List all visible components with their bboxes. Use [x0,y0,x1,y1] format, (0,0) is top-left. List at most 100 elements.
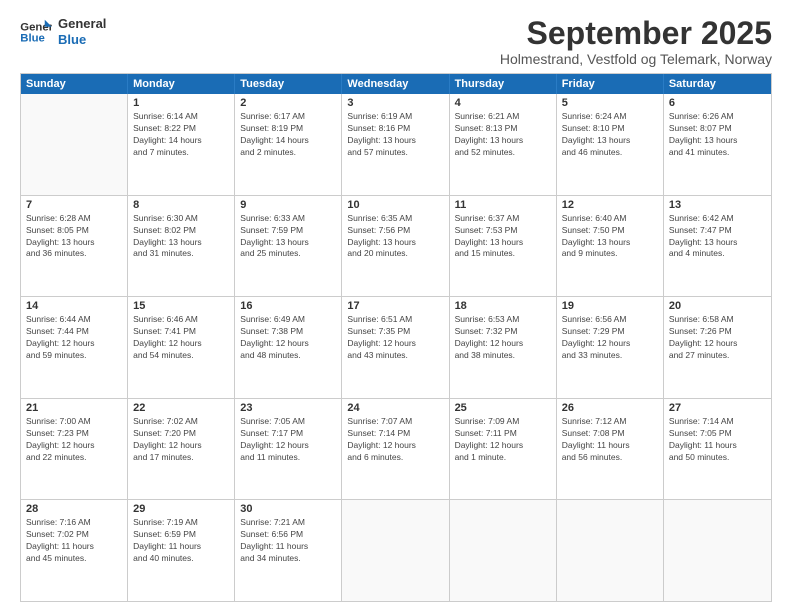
day-info: Sunrise: 6:44 AM Sunset: 7:44 PM Dayligh… [26,314,122,362]
day-number: 5 [562,97,658,109]
calendar-cell: 28 Sunrise: 7:16 AM Sunset: 7:02 PM Dayli… [21,500,128,601]
day-info: Sunrise: 6:56 AM Sunset: 7:29 PM Dayligh… [562,314,658,362]
logo-icon: General Blue [20,18,52,46]
calendar-cell: 15 Sunrise: 6:46 AM Sunset: 7:41 PM Dayli… [128,297,235,398]
day-info: Sunrise: 6:53 AM Sunset: 7:32 PM Dayligh… [455,314,551,362]
calendar-cell: 2 Sunrise: 6:17 AM Sunset: 8:19 PM Daylig… [235,94,342,195]
day-number: 28 [26,503,122,515]
day-info: Sunrise: 6:26 AM Sunset: 8:07 PM Dayligh… [669,111,766,159]
day-number: 2 [240,97,336,109]
day-info: Sunrise: 6:24 AM Sunset: 8:10 PM Dayligh… [562,111,658,159]
day-info: Sunrise: 7:19 AM Sunset: 6:59 PM Dayligh… [133,517,229,565]
header-day-friday: Friday [557,74,664,94]
day-number: 16 [240,300,336,312]
day-number: 25 [455,402,551,414]
day-number: 1 [133,97,229,109]
day-info: Sunrise: 7:00 AM Sunset: 7:23 PM Dayligh… [26,416,122,464]
calendar-week-4: 21 Sunrise: 7:00 AM Sunset: 7:23 PM Dayli… [21,398,771,500]
title-block: September 2025 Holmestrand, Vestfold og … [500,16,772,67]
day-info: Sunrise: 6:42 AM Sunset: 7:47 PM Dayligh… [669,213,766,261]
calendar-cell: 3Sunrise: 6:19 AM Sunset: 8:16 PM Daylig… [342,94,449,195]
calendar-cell: 23 Sunrise: 7:05 AM Sunset: 7:17 PM Dayli… [235,399,342,500]
logo-line2: Blue [58,32,106,48]
calendar-grid: SundayMondayTuesdayWednesdayThursdayFrid… [20,73,772,602]
day-number: 30 [240,503,336,515]
day-number: 8 [133,199,229,211]
day-info: Sunrise: 7:12 AM Sunset: 7:08 PM Dayligh… [562,416,658,464]
day-number: 26 [562,402,658,414]
day-info: Sunrise: 7:05 AM Sunset: 7:17 PM Dayligh… [240,416,336,464]
day-info: Sunrise: 6:21 AM Sunset: 8:13 PM Dayligh… [455,111,551,159]
day-number: 12 [562,199,658,211]
calendar-cell: 19 Sunrise: 6:56 AM Sunset: 7:29 PM Dayli… [557,297,664,398]
day-info: Sunrise: 6:33 AM Sunset: 7:59 PM Dayligh… [240,213,336,261]
calendar-cell: 26 Sunrise: 7:12 AM Sunset: 7:08 PM Dayli… [557,399,664,500]
day-number: 6 [669,97,766,109]
day-number: 20 [669,300,766,312]
day-number: 23 [240,402,336,414]
day-number: 11 [455,199,551,211]
header-day-wednesday: Wednesday [342,74,449,94]
svg-text:Blue: Blue [20,32,45,44]
page-header: General Blue General Blue September 2025… [20,16,772,67]
calendar-cell: 17 Sunrise: 6:51 AM Sunset: 7:35 PM Dayli… [342,297,449,398]
day-info: Sunrise: 6:14 AM Sunset: 8:22 PM Dayligh… [133,111,229,159]
day-number: 24 [347,402,443,414]
calendar-cell [21,94,128,195]
day-number: 7 [26,199,122,211]
calendar-cell: 24 Sunrise: 7:07 AM Sunset: 7:14 PM Dayli… [342,399,449,500]
calendar-header: SundayMondayTuesdayWednesdayThursdayFrid… [21,74,771,94]
day-info: Sunrise: 7:07 AM Sunset: 7:14 PM Dayligh… [347,416,443,464]
header-day-saturday: Saturday [664,74,771,94]
calendar-week-2: 7Sunrise: 6:28 AM Sunset: 8:05 PM Daylig… [21,195,771,297]
day-number: 29 [133,503,229,515]
day-info: Sunrise: 6:49 AM Sunset: 7:38 PM Dayligh… [240,314,336,362]
calendar-cell [450,500,557,601]
calendar-cell: 21 Sunrise: 7:00 AM Sunset: 7:23 PM Dayli… [21,399,128,500]
calendar-cell: 16 Sunrise: 6:49 AM Sunset: 7:38 PM Dayli… [235,297,342,398]
calendar-cell: 8 Sunrise: 6:30 AM Sunset: 8:02 PM Daylig… [128,196,235,297]
day-info: Sunrise: 6:30 AM Sunset: 8:02 PM Dayligh… [133,213,229,261]
day-info: Sunrise: 6:46 AM Sunset: 7:41 PM Dayligh… [133,314,229,362]
header-day-monday: Monday [128,74,235,94]
calendar-week-1: 1 Sunrise: 6:14 AM Sunset: 8:22 PM Daylig… [21,94,771,195]
calendar-cell: 6 Sunrise: 6:26 AM Sunset: 8:07 PM Daylig… [664,94,771,195]
calendar-cell: 12 Sunrise: 6:40 AM Sunset: 7:50 PM Dayli… [557,196,664,297]
calendar-cell: 4 Sunrise: 6:21 AM Sunset: 8:13 PM Daylig… [450,94,557,195]
day-info: Sunrise: 6:17 AM Sunset: 8:19 PM Dayligh… [240,111,336,159]
calendar-cell: 25 Sunrise: 7:09 AM Sunset: 7:11 PM Dayli… [450,399,557,500]
day-info: Sunrise: 7:09 AM Sunset: 7:11 PM Dayligh… [455,416,551,464]
calendar-cell: 27 Sunrise: 7:14 AM Sunset: 7:05 PM Dayli… [664,399,771,500]
day-number: 10 [347,199,443,211]
calendar-cell: 22 Sunrise: 7:02 AM Sunset: 7:20 PM Dayli… [128,399,235,500]
calendar-cell: 11 Sunrise: 6:37 AM Sunset: 7:53 PM Dayli… [450,196,557,297]
day-info: Sunrise: 7:16 AM Sunset: 7:02 PM Dayligh… [26,517,122,565]
calendar-cell: 20 Sunrise: 6:58 AM Sunset: 7:26 PM Dayli… [664,297,771,398]
day-number: 17 [347,300,443,312]
day-info: Sunrise: 6:51 AM Sunset: 7:35 PM Dayligh… [347,314,443,362]
day-number: 19 [562,300,658,312]
calendar-cell: 14Sunrise: 6:44 AM Sunset: 7:44 PM Dayli… [21,297,128,398]
day-info: Sunrise: 7:14 AM Sunset: 7:05 PM Dayligh… [669,416,766,464]
day-number: 21 [26,402,122,414]
day-number: 3 [347,97,443,109]
calendar-cell: 9 Sunrise: 6:33 AM Sunset: 7:59 PM Daylig… [235,196,342,297]
day-number: 18 [455,300,551,312]
header-day-thursday: Thursday [450,74,557,94]
day-number: 15 [133,300,229,312]
day-info: Sunrise: 6:58 AM Sunset: 7:26 PM Dayligh… [669,314,766,362]
header-day-sunday: Sunday [21,74,128,94]
logo: General Blue General Blue [20,16,106,47]
header-day-tuesday: Tuesday [235,74,342,94]
calendar-cell: 5 Sunrise: 6:24 AM Sunset: 8:10 PM Daylig… [557,94,664,195]
day-info: Sunrise: 7:02 AM Sunset: 7:20 PM Dayligh… [133,416,229,464]
day-info: Sunrise: 7:21 AM Sunset: 6:56 PM Dayligh… [240,517,336,565]
day-number: 22 [133,402,229,414]
day-number: 4 [455,97,551,109]
calendar-cell [557,500,664,601]
day-number: 9 [240,199,336,211]
day-number: 27 [669,402,766,414]
day-info: Sunrise: 6:40 AM Sunset: 7:50 PM Dayligh… [562,213,658,261]
day-info: Sunrise: 6:37 AM Sunset: 7:53 PM Dayligh… [455,213,551,261]
calendar-week-5: 28 Sunrise: 7:16 AM Sunset: 7:02 PM Dayli… [21,499,771,601]
